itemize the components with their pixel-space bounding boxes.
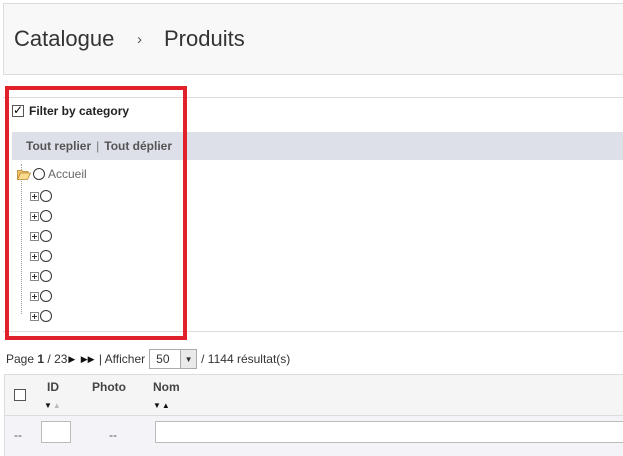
expand-plus-icon[interactable]: [30, 311, 39, 321]
total-pages: / 23: [47, 352, 68, 366]
category-radio[interactable]: [40, 290, 52, 302]
breadcrumb-catalogue[interactable]: Catalogue: [14, 26, 114, 52]
category-radio[interactable]: [40, 270, 52, 282]
root-radio[interactable]: [33, 168, 45, 180]
name-filter-input[interactable]: [155, 421, 623, 443]
collapse-all-link[interactable]: Tout replier: [26, 139, 91, 153]
pagination: Page 1 / 23 ▶ ▶▶ | Afficher 50 ▼ / 1144 …: [6, 349, 290, 369]
table-filter-row: -- --: [5, 416, 623, 456]
chevron-down-icon[interactable]: ▼: [180, 350, 197, 368]
tree-node[interactable]: [30, 229, 52, 243]
expand-all-link[interactable]: Tout déplier: [104, 139, 172, 153]
per-page-select[interactable]: 50 ▼: [149, 349, 198, 369]
current-page: 1: [37, 352, 45, 366]
filter-by-category-toggle[interactable]: Filter by category: [12, 103, 130, 118]
tree-node[interactable]: [30, 269, 52, 283]
tree-root-node[interactable]: Accueil: [17, 166, 117, 182]
table-header: ID ▼▲ Photo Nom ▼▲: [5, 375, 623, 416]
last-page-icon[interactable]: ▶▶: [81, 354, 95, 365]
expand-plus-icon[interactable]: [30, 271, 39, 281]
id-filter-input[interactable]: [41, 421, 71, 443]
column-header-id[interactable]: ID: [47, 380, 59, 394]
photo-filter-placeholder: --: [109, 428, 117, 442]
tree-connector: [21, 164, 22, 314]
filter-by-category-checkbox[interactable]: [12, 103, 24, 117]
column-header-name[interactable]: Nom: [153, 380, 180, 394]
column-header-photo: Photo: [92, 380, 126, 394]
select-filter-placeholder: --: [14, 428, 22, 442]
category-radio[interactable]: [40, 250, 52, 262]
filter-by-category-label: Filter by category: [29, 104, 130, 118]
tree-node[interactable]: [30, 249, 52, 263]
per-page-value: 50: [156, 352, 170, 366]
category-radio[interactable]: [40, 210, 52, 222]
expand-plus-icon[interactable]: [30, 231, 39, 241]
category-radio[interactable]: [40, 190, 52, 202]
category-filter-panel: Filter by category Tout replier | Tout d…: [3, 97, 623, 332]
category-radio[interactable]: [40, 230, 52, 242]
tree-node[interactable]: [30, 209, 52, 223]
results-count: / 1144 résultat(s): [201, 352, 291, 366]
expand-plus-icon[interactable]: [30, 291, 39, 301]
show-label: | Afficher: [98, 352, 146, 366]
products-table: ID ▼▲ Photo Nom ▼▲ -- --: [4, 374, 623, 456]
expand-plus-icon[interactable]: [30, 211, 39, 221]
tree-root-label: Accueil: [48, 167, 87, 181]
sort-arrows-name[interactable]: ▼▲: [153, 401, 171, 410]
tree-toolbar: Tout replier | Tout déplier: [12, 132, 623, 160]
expand-plus-icon[interactable]: [30, 191, 39, 201]
category-radio[interactable]: [40, 310, 52, 322]
select-all-checkbox[interactable]: [14, 389, 26, 401]
tree-node[interactable]: [30, 189, 52, 203]
next-page-icon[interactable]: ▶: [68, 354, 75, 365]
breadcrumb-products: Produits: [164, 26, 245, 51]
sort-arrows-id[interactable]: ▼▲: [44, 401, 62, 410]
page-header: Catalogue › Produits: [3, 3, 623, 75]
page-prefix: Page: [6, 352, 35, 366]
toolbar-divider: |: [96, 139, 100, 153]
breadcrumb-separator: ›: [137, 31, 142, 48]
expand-plus-icon[interactable]: [30, 251, 39, 261]
tree-node[interactable]: [30, 289, 52, 303]
folder-open-icon: [17, 169, 31, 180]
tree-node[interactable]: [30, 309, 52, 323]
